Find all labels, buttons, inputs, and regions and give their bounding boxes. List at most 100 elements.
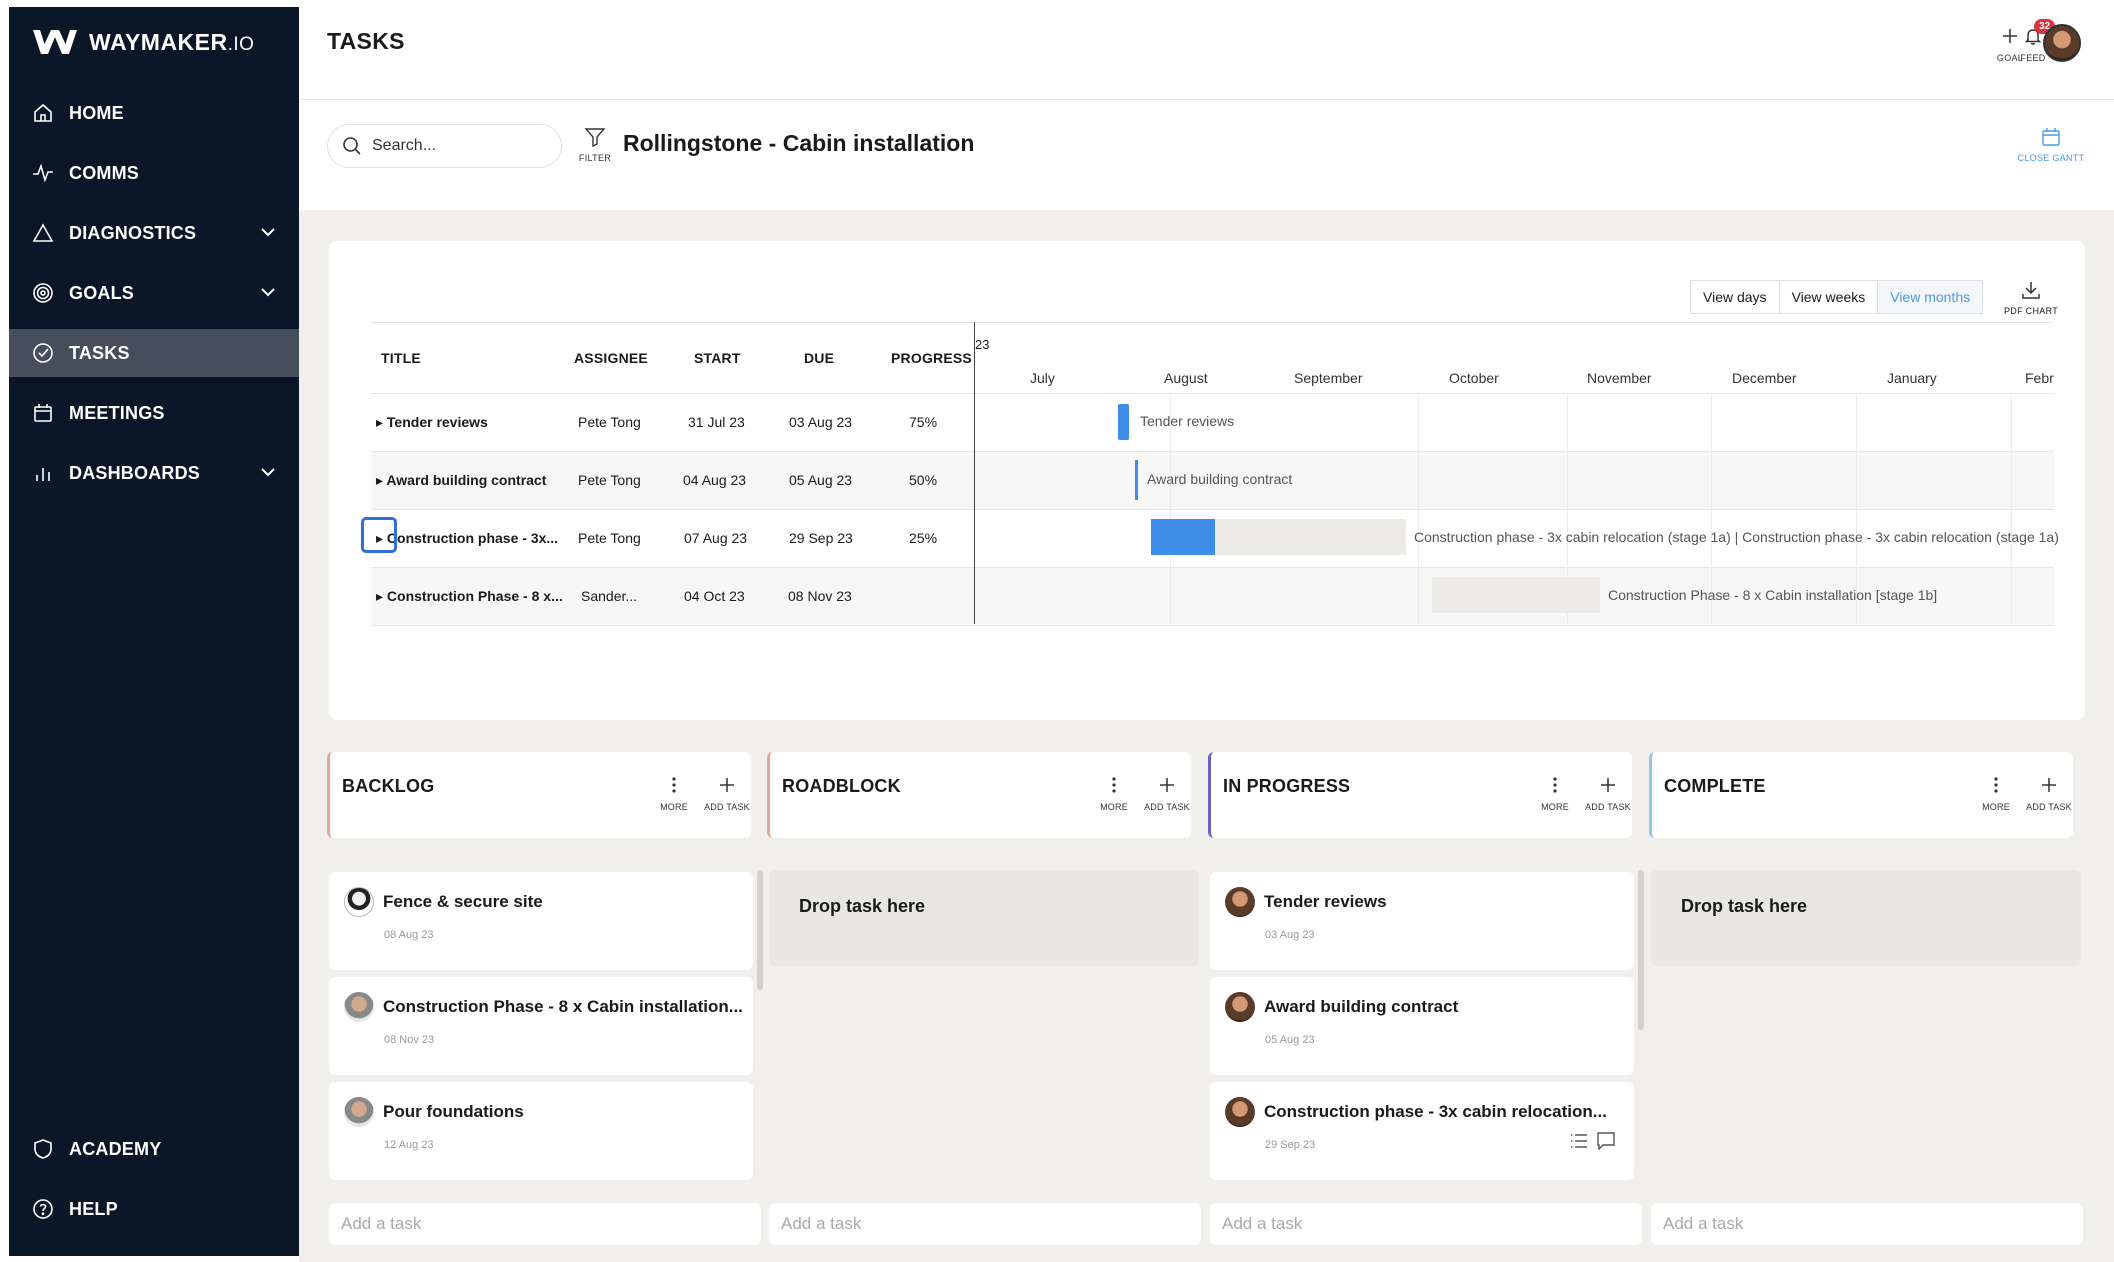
shield-icon xyxy=(31,1137,55,1161)
add-task-button[interactable]: ADD TASK xyxy=(1142,775,1192,812)
sidebar-item-home[interactable]: HOME xyxy=(9,89,299,137)
month-label: November xyxy=(1587,370,1652,386)
avatar xyxy=(344,1097,374,1127)
add-task-label: ADD TASK xyxy=(1585,802,1631,812)
month-label: July xyxy=(1030,370,1055,386)
sidebar-item-goals[interactable]: GOALS xyxy=(9,269,299,317)
view-months-button[interactable]: View months xyxy=(1878,281,1983,313)
add-task-button[interactable]: ADD TASK xyxy=(702,775,752,812)
search-input[interactable] xyxy=(372,137,542,155)
add-task-input[interactable] xyxy=(769,1203,1201,1245)
task-card[interactable]: Fence & secure site 08 Aug 23 xyxy=(329,872,753,970)
sidebar-item-help[interactable]: HELP xyxy=(9,1185,299,1233)
row-assignee: Sander... xyxy=(581,588,638,604)
row-start: 31 Jul 23 xyxy=(688,414,745,430)
add-task-button[interactable]: ADD TASK xyxy=(1583,775,1633,812)
check-circle-icon xyxy=(31,341,55,365)
scrollbar[interactable] xyxy=(1638,870,1644,1030)
drop-zone-roadblock[interactable]: Drop task here xyxy=(769,870,1199,966)
expand-row-focus[interactable] xyxy=(361,517,397,553)
column-title: IN PROGRESS xyxy=(1223,776,1351,796)
row-title: ▸ Construction Phase - 8 x... xyxy=(376,588,563,604)
user-avatar[interactable] xyxy=(2043,24,2081,62)
column-in-progress: IN PROGRESS MORE ADD TASK xyxy=(1208,752,1632,838)
sidebar-item-meetings[interactable]: MEETINGS xyxy=(9,389,299,437)
pdf-chart-label: PDF CHART xyxy=(2003,306,2059,316)
task-card[interactable]: Construction phase - 3x cabin relocation… xyxy=(1210,1082,1634,1180)
add-task-field xyxy=(1651,1203,2083,1245)
sidebar-item-label: HOME xyxy=(69,102,124,123)
row-progress: 50% xyxy=(909,472,938,488)
sidebar-item-tasks[interactable]: TASKS xyxy=(9,329,299,377)
view-weeks-button[interactable]: View weeks xyxy=(1780,281,1879,313)
drop-zone-text: Drop task here xyxy=(799,896,926,916)
more-vertical-icon xyxy=(1994,777,1998,793)
more-vertical-icon xyxy=(1553,777,1557,793)
project-title: Rollingstone - Cabin installation xyxy=(623,130,975,156)
brand-suffix: .IO xyxy=(227,33,255,55)
waymaker-logo[interactable]: WAYMAKER.IO xyxy=(31,27,254,57)
scrollbar[interactable] xyxy=(757,870,763,990)
comment-icon xyxy=(1597,1132,1615,1151)
avatar xyxy=(1225,1097,1255,1127)
gantt-bar-label: Construction Phase - 8 x Cabin installat… xyxy=(1608,587,1938,603)
gantt-bar[interactable] xyxy=(1135,460,1138,500)
gantt-bar-label: Award building contract xyxy=(1147,471,1293,487)
row-due: 03 Aug 23 xyxy=(789,414,853,430)
view-days-button[interactable]: View days xyxy=(1691,281,1780,313)
plus-icon xyxy=(1601,778,1615,792)
column-title: ROADBLOCK xyxy=(782,776,901,796)
drop-zone-text: Drop task here xyxy=(1681,896,1808,916)
add-task-button[interactable]: ADD TASK xyxy=(2024,775,2074,812)
drop-zone-complete[interactable]: Drop task here xyxy=(1651,870,2081,966)
gantt-chart: View days View weeks View months PDF CHA… xyxy=(329,241,2085,720)
task-card[interactable]: Pour foundations 12 Aug 23 xyxy=(329,1082,753,1180)
row-due: 05 Aug 23 xyxy=(789,472,853,488)
more-button[interactable]: MORE xyxy=(1089,775,1139,812)
column-header-start[interactable]: START xyxy=(694,350,741,366)
add-task-input[interactable] xyxy=(1651,1203,2083,1245)
task-due-date: 03 Aug 23 xyxy=(1265,929,1315,941)
page-title: TASKS xyxy=(327,28,405,54)
pdf-chart-button[interactable]: PDF CHART xyxy=(2001,279,2061,316)
month-label: September xyxy=(1294,370,1363,386)
column-title: BACKLOG xyxy=(342,776,435,796)
more-button[interactable]: MORE xyxy=(649,775,699,812)
add-task-input[interactable] xyxy=(1210,1203,1642,1245)
sidebar-item-academy[interactable]: ACADEMY xyxy=(9,1125,299,1173)
filter-button[interactable]: FILTER xyxy=(575,126,615,163)
more-button[interactable]: MORE xyxy=(1971,775,2021,812)
column-header-progress[interactable]: PROGRESS xyxy=(891,350,972,366)
column-title: COMPLETE xyxy=(1664,776,1766,796)
gantt-divider[interactable] xyxy=(974,322,975,624)
more-button[interactable]: MORE xyxy=(1530,775,1580,812)
column-header-title[interactable]: TITLE xyxy=(381,350,421,366)
sidebar-item-comms[interactable]: COMMS xyxy=(9,149,299,197)
chevron-down-icon xyxy=(261,288,275,297)
column-header-due[interactable]: DUE xyxy=(804,350,834,366)
add-task-input[interactable] xyxy=(329,1203,761,1245)
column-roadblock: ROADBLOCK MORE ADD TASK xyxy=(767,752,1191,838)
search-box xyxy=(327,124,562,168)
sidebar-item-label: ACADEMY xyxy=(69,1138,162,1159)
task-card[interactable]: Construction Phase - 8 x Cabin installat… xyxy=(329,977,753,1075)
add-task-label: ADD TASK xyxy=(704,802,750,812)
chevron-down-icon xyxy=(261,468,275,477)
task-due-date: 29 Sep 23 xyxy=(1265,1139,1316,1151)
more-vertical-icon xyxy=(672,777,676,793)
close-gantt-label: CLOSE GANTT xyxy=(2017,153,2085,163)
gantt-bar[interactable] xyxy=(1432,577,1600,613)
task-card[interactable]: Award building contract 05 Aug 23 xyxy=(1210,977,1634,1075)
gantt-bar[interactable] xyxy=(1118,404,1129,440)
column-header-assignee[interactable]: ASSIGNEE xyxy=(574,350,648,366)
sidebar-item-label: TASKS xyxy=(69,342,130,363)
checklist-icon xyxy=(1571,1134,1587,1148)
sidebar: WAYMAKER.IO HOME COMMS DIAGNOSTICS GOALS… xyxy=(9,7,299,1256)
avatar xyxy=(344,887,374,917)
gantt-timeline-header: 23 July August September October Novembe… xyxy=(975,322,2054,394)
sidebar-item-diagnostics[interactable]: DIAGNOSTICS xyxy=(9,209,299,257)
task-card[interactable]: Tender reviews 03 Aug 23 xyxy=(1210,872,1634,970)
close-gantt-button[interactable]: CLOSE GANTT xyxy=(2016,126,2086,163)
gantt-bar[interactable] xyxy=(1151,519,1406,555)
sidebar-item-dashboards[interactable]: DASHBOARDS xyxy=(9,449,299,497)
